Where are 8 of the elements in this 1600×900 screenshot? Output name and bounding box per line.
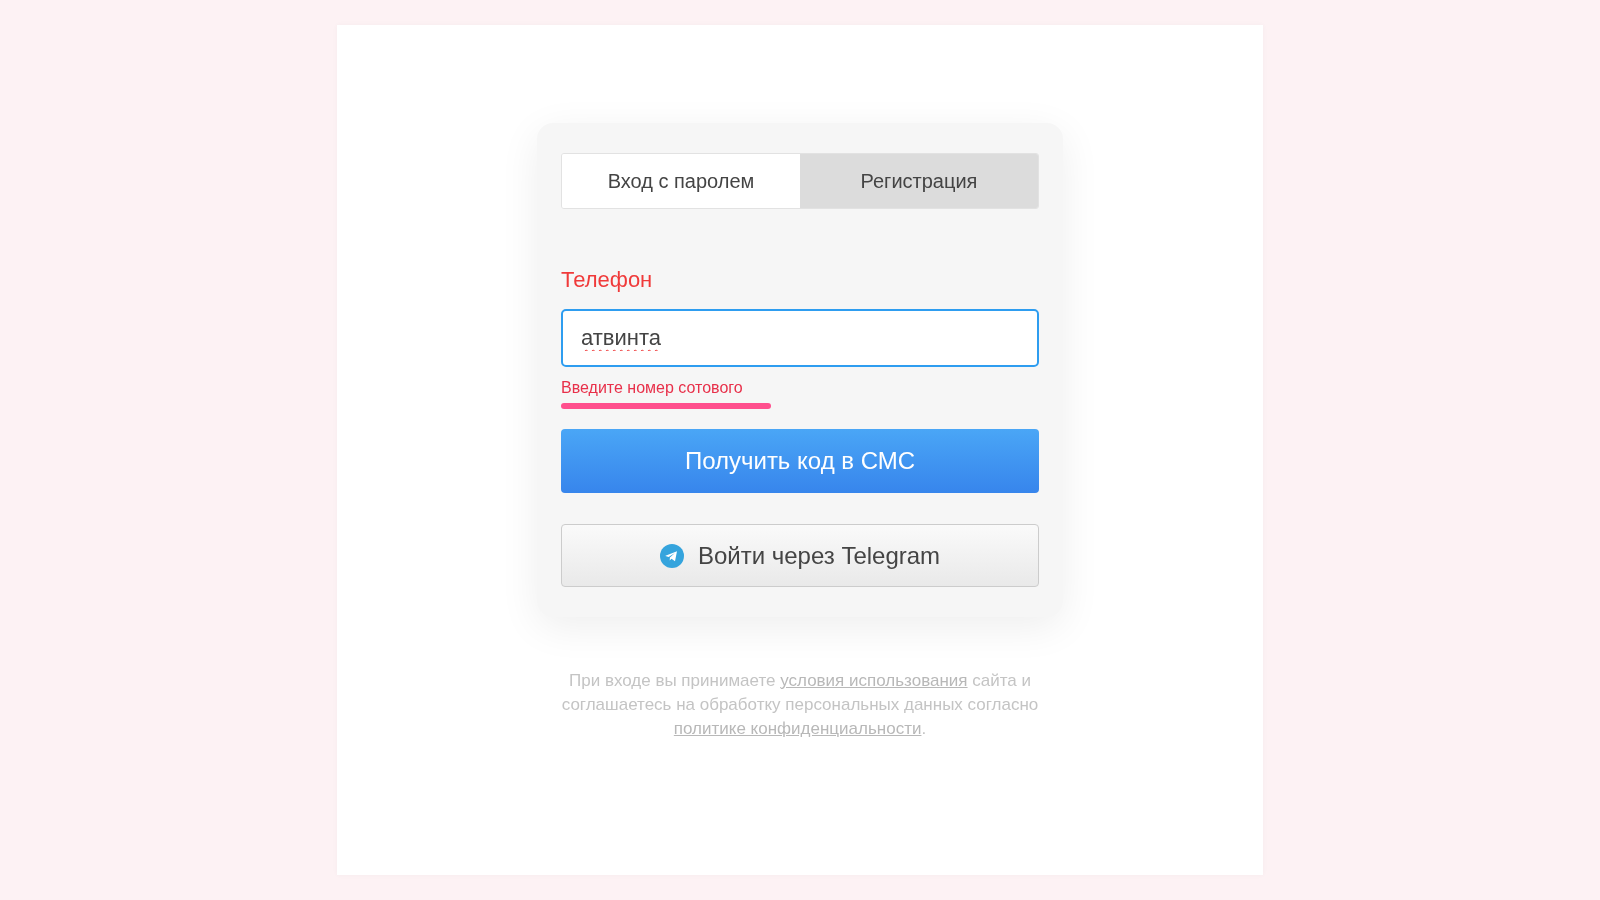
tab[interactable]: Регистрация — [800, 154, 1038, 208]
tab[interactable]: Вход с паролем — [562, 154, 800, 208]
error-message: Введите номер сотового — [561, 379, 743, 397]
paper-plane-icon — [659, 543, 684, 568]
field-label: Телефон — [561, 267, 654, 293]
phone-input-field[interactable]: атвинта — [561, 309, 1039, 367]
telegram-login-button[interactable]: Войти через Telegram — [561, 524, 1039, 587]
legal-notice: При входе вы принимаете условия использования сайта и соглашаетесь на обработку персональных данных согласно политике конфиденциальности. — [560, 670, 1040, 740]
